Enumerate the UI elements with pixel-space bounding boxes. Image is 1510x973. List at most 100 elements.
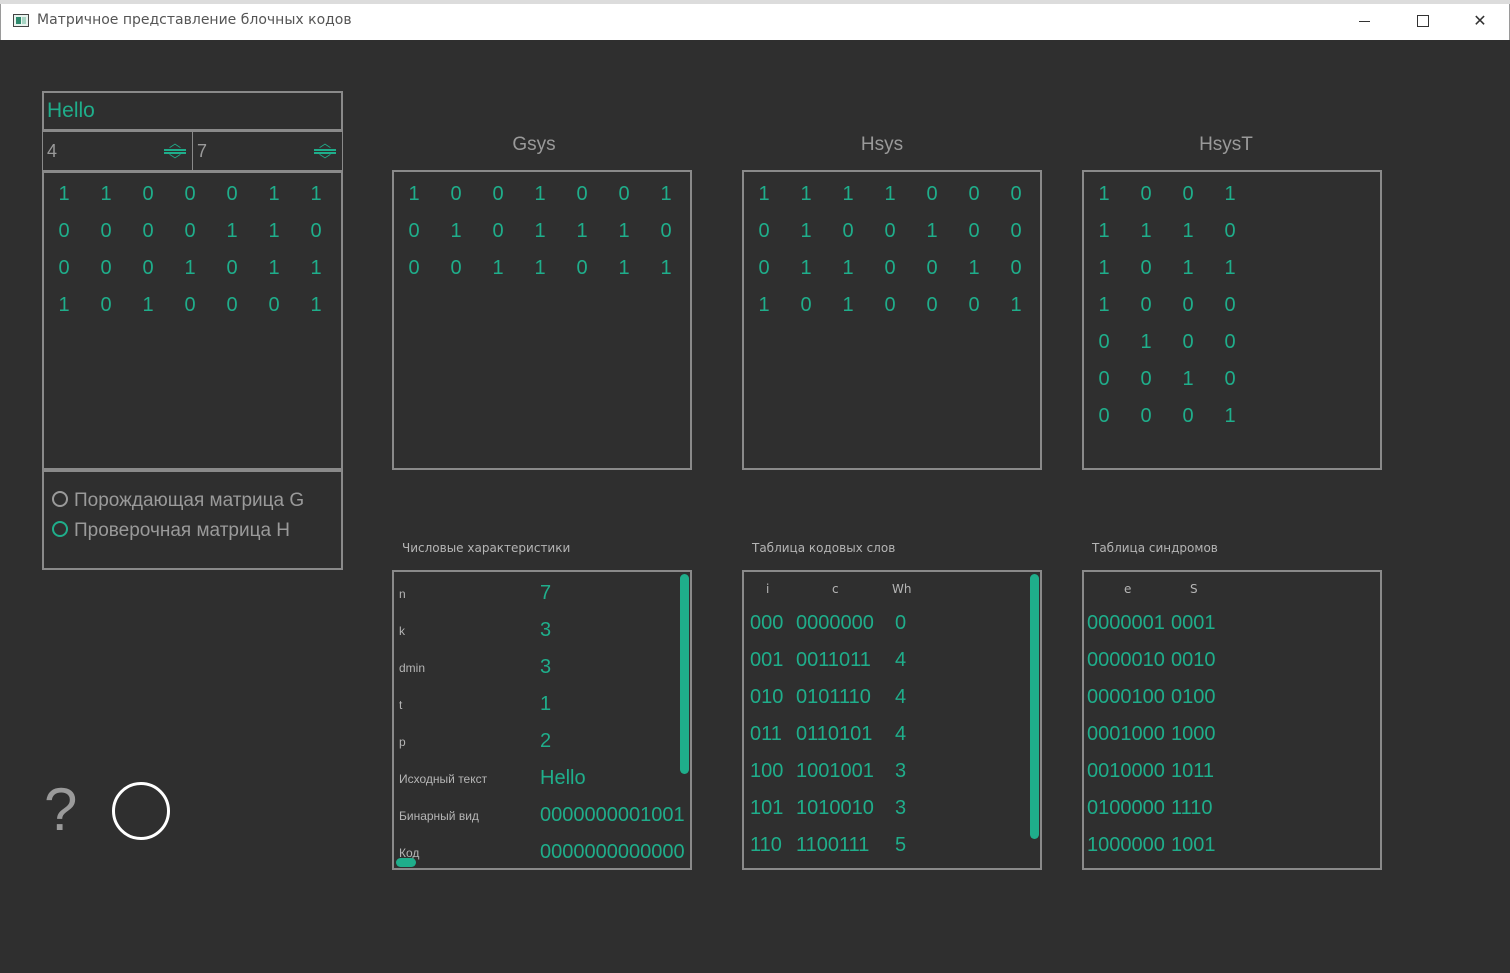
column-header: S [1190, 582, 1198, 596]
radio-generator-matrix[interactable]: Порождающая матрица G [52, 490, 304, 512]
matrix-cell[interactable]: 1 [264, 257, 284, 280]
matrix-cell: 1 [1098, 183, 1110, 205]
matrix-cell: 0 [492, 220, 504, 242]
matrix-cell[interactable]: 0 [138, 257, 158, 280]
matrix-cell: 1 [1182, 220, 1194, 242]
table-row: dmin 3 [394, 656, 690, 678]
matrix-cell[interactable]: 0 [180, 294, 200, 317]
matrix-cell: 0 [968, 294, 980, 316]
cell-i: 000 [750, 612, 784, 634]
matrix-cell: 0 [1140, 257, 1152, 279]
hsys-title: Hsys [860, 134, 904, 155]
matrix-cell[interactable]: 0 [54, 257, 74, 280]
matrix-cell[interactable]: 0 [96, 220, 116, 243]
matrix-cell[interactable]: 0 [222, 257, 242, 280]
vertical-scrollbar[interactable] [680, 574, 689, 774]
matrix-cell[interactable]: 0 [180, 220, 200, 243]
matrix-cell: 0 [758, 220, 770, 242]
codewords-table[interactable]: i c Wh 000 0000000 0 001 0011011 4 010 0… [742, 570, 1042, 870]
matrix-cell: 0 [884, 294, 896, 316]
matrix-cell: 1 [1224, 183, 1236, 205]
k-spinbox-arrows[interactable]: ︿ ﹀ [162, 136, 188, 166]
matrix-cell: 1 [492, 257, 504, 279]
matrix-cell[interactable]: 1 [180, 257, 200, 280]
table-row: 1000000 1001 [1084, 834, 1380, 856]
table-row: 010 0101110 4 [744, 686, 1024, 708]
matrix-cell[interactable]: 0 [138, 183, 158, 206]
matrix-cell[interactable]: 1 [96, 183, 116, 206]
numeric-table[interactable]: n 7 k 3 dmin 3 t 1 p 2 Исходный текст He… [392, 570, 692, 870]
cell-s: 0100 [1171, 686, 1216, 708]
matrix-type-group: Порождающая матрица G Проверочная матриц… [42, 470, 343, 570]
radio-unchecked-icon [52, 491, 68, 507]
cell-e: 0000100 [1087, 686, 1165, 708]
minimize-button[interactable] [1335, 4, 1393, 40]
param-value: 3 [540, 656, 552, 678]
matrix-cell[interactable]: 0 [264, 294, 284, 317]
param-value: 7 [540, 582, 552, 604]
matrix-cell: 1 [1098, 294, 1110, 316]
matrix-cell[interactable]: 1 [138, 294, 158, 317]
matrix-cell[interactable]: 0 [180, 183, 200, 206]
matrix-cell: 1 [1224, 405, 1236, 427]
param-label: Бинарный вид [399, 809, 479, 823]
n-spinbox[interactable]: 7 ︿ ﹀ [192, 131, 343, 171]
matrix-cell[interactable]: 1 [222, 220, 242, 243]
n-decrement-icon[interactable]: ﹀ [314, 152, 336, 166]
n-increment-icon[interactable]: ︿ [314, 137, 336, 151]
matrix-cell[interactable]: 0 [96, 294, 116, 317]
help-button[interactable]: ? [44, 780, 77, 840]
matrix-cell[interactable]: 1 [306, 183, 326, 206]
matrix-cell[interactable]: 0 [222, 183, 242, 206]
circle-button[interactable] [112, 782, 170, 840]
cell-i: 110 [750, 834, 782, 856]
vertical-scrollbar[interactable] [1030, 574, 1039, 839]
matrix-cell: 0 [926, 257, 938, 279]
matrix-cell[interactable]: 1 [306, 294, 326, 317]
cell-c: 1010010 [796, 797, 874, 819]
matrix-cell[interactable]: 0 [306, 220, 326, 243]
matrix-cell[interactable]: 1 [264, 183, 284, 206]
cell-c: 0011011 [796, 649, 871, 671]
close-button[interactable]: ✕ [1451, 4, 1509, 40]
syndromes-table[interactable]: e S 0000001 0001 0000010 0010 0000100 01… [1082, 570, 1382, 870]
matrix-cell[interactable]: 0 [138, 220, 158, 243]
matrix-cell: 0 [968, 220, 980, 242]
matrix-cell: 1 [968, 257, 980, 279]
table-row: 0000001 0001 [1084, 612, 1380, 634]
horizontal-scrollbar[interactable] [396, 858, 416, 867]
k-spinbox-value: 4 [47, 141, 58, 161]
matrix-cell: 1 [618, 257, 630, 279]
matrix-cell[interactable]: 0 [54, 220, 74, 243]
radio-check-matrix[interactable]: Проверочная матрица H [52, 520, 290, 542]
column-header: c [832, 582, 839, 596]
matrix-cell: 1 [1140, 220, 1152, 242]
radio-checked-icon [52, 521, 68, 537]
cell-wh: 4 [895, 649, 907, 671]
k-spinbox[interactable]: 4 ︿ ﹀ [42, 131, 193, 171]
maximize-button[interactable] [1393, 4, 1451, 40]
table-row: 0010000 1011 [1084, 760, 1380, 782]
matrix-cell[interactable]: 1 [264, 220, 284, 243]
matrix-cell[interactable]: 0 [96, 257, 116, 280]
cell-e: 0000010 [1087, 649, 1165, 671]
message-input[interactable]: Hello [42, 91, 343, 131]
matrix-cell: 0 [968, 183, 980, 205]
n-spinbox-arrows[interactable]: ︿ ﹀ [312, 136, 338, 166]
k-increment-icon[interactable]: ︿ [164, 137, 186, 151]
matrix-cell[interactable]: 0 [222, 294, 242, 317]
cell-c: 0110101 [796, 723, 873, 745]
entry-matrix[interactable]: 1 1 0 0 0 1 1 0 0 0 0 1 1 0 0 0 0 1 0 1 … [42, 171, 343, 470]
minimize-icon [1359, 21, 1370, 22]
param-value: 3 [540, 619, 552, 641]
matrix-cell[interactable]: 1 [54, 294, 74, 317]
matrix-cell[interactable]: 1 [306, 257, 326, 280]
param-label: dmin [399, 661, 426, 675]
matrix-cell: 0 [1098, 405, 1110, 427]
cell-i: 010 [750, 686, 784, 708]
matrix-cell: 0 [1010, 220, 1022, 242]
matrix-cell: 1 [842, 183, 854, 205]
k-decrement-icon[interactable]: ﹀ [164, 152, 186, 166]
matrix-cell[interactable]: 1 [54, 183, 74, 206]
table-row: 110 1100111 5 [744, 834, 1024, 856]
